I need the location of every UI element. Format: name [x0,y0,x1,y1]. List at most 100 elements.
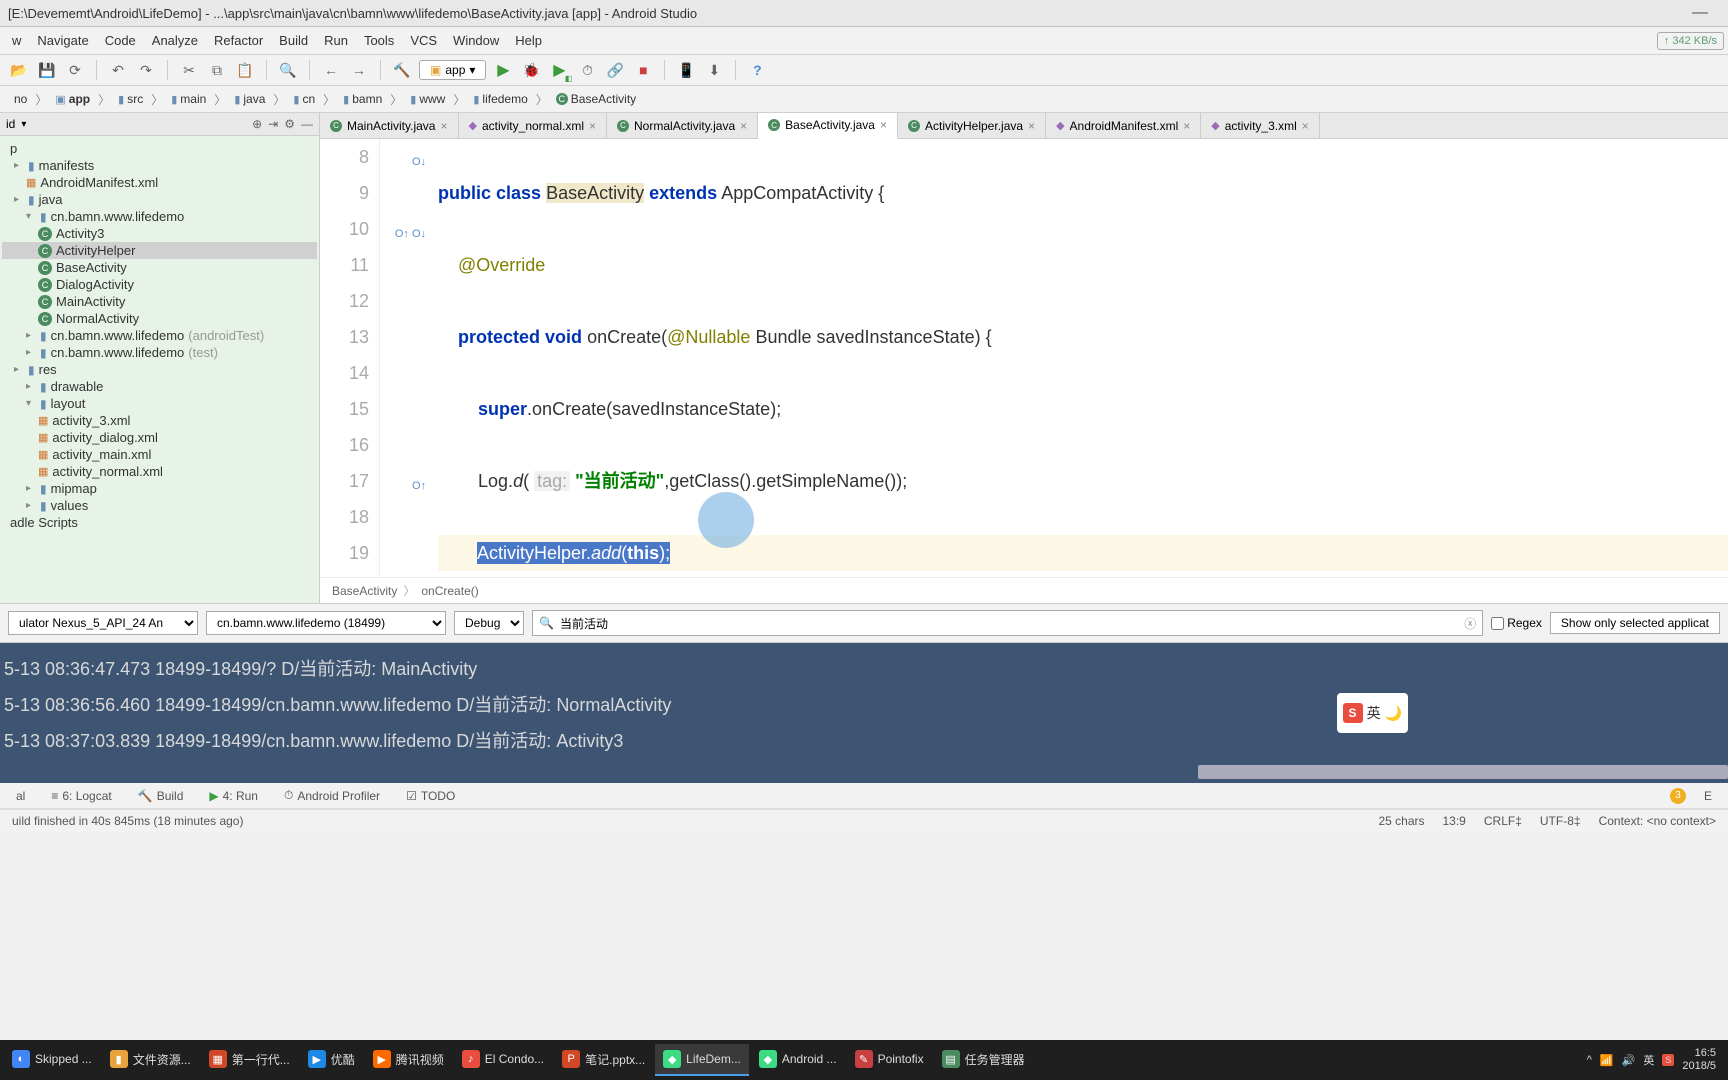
tool-tab-todo[interactable]: ☑TODO [398,786,463,806]
tree-item-layout-file[interactable]: ▦activity_normal.xml [2,463,317,480]
code-editor[interactable]: 8 9 10 11 12 13 14 15 16 17 18 19 O↓ O↑ … [320,139,1728,577]
avd-manager-icon[interactable]: 📱 [675,59,697,81]
open-icon[interactable]: 📂 [8,59,30,81]
log-search-input[interactable] [554,613,1464,633]
tree-item-drawable[interactable]: ▸▮drawable [2,378,317,395]
clear-search-icon[interactable]: ⓧ [1464,615,1476,632]
tree-item-manifest-file[interactable]: ▦AndroidManifest.xml [2,174,317,191]
menu-help[interactable]: Help [507,29,550,52]
undo-icon[interactable]: ↶ [107,59,129,81]
taskbar-item[interactable]: ▦第一行代... [201,1044,298,1076]
taskbar-item[interactable]: ▶腾讯视频 [365,1044,452,1076]
make-icon[interactable]: 🔨 [391,59,413,81]
menu-run[interactable]: Run [316,29,356,52]
scrollbar-thumb[interactable] [1198,765,1728,779]
tree-item-class[interactable]: CBaseActivity [2,259,317,276]
tree-item-package[interactable]: ▾▮cn.bamn.www.lifedemo [2,208,317,225]
tab-active[interactable]: CBaseActivity.java× [758,113,898,139]
status-context[interactable]: Context: <no context> [1599,814,1716,828]
coverage-button[interactable]: ▶◧ [548,59,570,81]
run-config-combo[interactable]: ▣app ▾ [419,60,486,80]
sync-icon[interactable]: ⟳ [64,59,86,81]
tree-item-values[interactable]: ▸▮values [2,497,317,514]
menu-item[interactable]: w [4,29,29,52]
back-icon[interactable]: ← [320,59,342,81]
help-icon[interactable]: ? [746,59,768,81]
menu-tools[interactable]: Tools [356,29,402,52]
tray-up-icon[interactable]: ^ [1587,1054,1592,1066]
tree-item-layout-file[interactable]: ▦activity_3.xml [2,412,317,429]
tree-item-mipmap[interactable]: ▸▮mipmap [2,480,317,497]
menu-navigate[interactable]: Navigate [29,29,96,52]
close-icon[interactable]: × [740,119,747,133]
close-icon[interactable]: × [589,119,596,133]
taskbar-item[interactable]: ▮文件资源... [102,1044,199,1076]
close-icon[interactable]: × [880,118,887,132]
profile-button[interactable]: ⏱ [576,59,598,81]
tree-item-class[interactable]: CActivityHelper [2,242,317,259]
crumb[interactable]: ▮lifedemo [467,90,533,108]
tab[interactable]: CActivityHelper.java× [898,113,1046,138]
close-icon[interactable]: × [440,119,447,133]
tree-item-layout[interactable]: ▾▮layout [2,395,317,412]
sdk-manager-icon[interactable]: ⬇ [703,59,725,81]
regex-checkbox[interactable]: Regex [1491,616,1542,630]
event-log-badge[interactable]: 3 [1670,788,1686,804]
tree-hide-icon[interactable]: — [301,117,313,131]
status-position[interactable]: 13:9 [1443,814,1466,828]
paste-icon[interactable]: 📋 [234,59,256,81]
taskbar-item[interactable]: P笔记.pptx... [554,1044,653,1076]
crumb[interactable]: ▮src [112,90,149,108]
tree-view-mode[interactable]: ▾ [21,119,26,130]
taskbar-item[interactable]: ▤任务管理器 [934,1044,1033,1076]
save-icon[interactable]: 💾 [36,59,58,81]
tree-item-package-unit[interactable]: ▸▮cn.bamn.www.lifedemo (test) [2,344,317,361]
close-icon[interactable]: × [1028,119,1035,133]
close-icon[interactable]: × [1302,119,1309,133]
crumb[interactable]: ▮bamn [337,90,388,108]
tab[interactable]: ◆activity_normal.xml× [459,113,608,138]
taskbar-item[interactable]: ◆LifeDem... [655,1044,749,1076]
taskbar-item[interactable]: ◆Android ... [751,1044,845,1076]
code-body[interactable]: public class BaseActivity extends AppCom… [430,139,1728,577]
breadcrumb-method[interactable]: onCreate() [421,584,478,598]
crumb[interactable]: CBaseActivity [550,90,642,108]
system-clock[interactable]: 16:5 2018/5 [1682,1047,1716,1073]
taskbar-item[interactable]: ◐Skipped ... [4,1044,100,1076]
tool-tab-event-log[interactable]: E [1696,786,1720,806]
device-selector[interactable]: ulator Nexus_5_API_24 An [8,611,198,635]
override-marker-icon[interactable]: O↓ [412,144,426,180]
tab[interactable]: ◆activity_3.xml× [1201,113,1320,138]
menu-build[interactable]: Build [271,29,316,52]
tray-sogou-icon[interactable]: S [1662,1054,1674,1066]
tree-item-class[interactable]: CMainActivity [2,293,317,310]
tree-collapse-icon[interactable]: ⊕ [252,117,262,131]
redo-icon[interactable]: ↷ [135,59,157,81]
crumb[interactable]: ▮java [228,90,271,108]
cut-icon[interactable]: ✂ [178,59,200,81]
tree-item-class[interactable]: CDialogActivity [2,276,317,293]
tree-item-class[interactable]: CNormalActivity [2,310,317,327]
tree-item-class[interactable]: CActivity3 [2,225,317,242]
tree-item-res[interactable]: ▸▮res [2,361,317,378]
taskbar-item[interactable]: ✎Pointofix [847,1044,932,1076]
tree-item-layout-file[interactable]: ▦activity_main.xml [2,446,317,463]
tree-item-gradle[interactable]: adle Scripts [2,514,317,531]
tray-volume-icon[interactable]: 🔊 [1622,1054,1636,1067]
tool-tab-logcat[interactable]: ≡6: Logcat [43,786,119,806]
breadcrumb-class[interactable]: BaseActivity [332,584,397,598]
menu-window[interactable]: Window [445,29,507,52]
tree-item-app[interactable]: p [2,140,317,157]
log-level-selector[interactable]: Debug [454,611,524,635]
tree-scroll-icon[interactable]: ⇥ [268,117,278,131]
stop-button[interactable]: ■ [632,59,654,81]
tool-tab-terminal[interactable]: al [8,786,33,806]
run-button[interactable]: ▶ [492,59,514,81]
logcat-output[interactable]: 5-13 08:36:47.473 18499-18499/? D/当前活动: … [0,643,1728,783]
copy-icon[interactable]: ⧉ [206,59,228,81]
tree-item-manifests[interactable]: ▸▮manifests [2,157,317,174]
filter-selector[interactable]: Show only selected applicat [1550,612,1720,634]
menu-vcs[interactable]: VCS [402,29,445,52]
forward-icon[interactable]: → [348,59,370,81]
tool-tab-profiler[interactable]: ⏱Android Profiler [276,785,388,806]
